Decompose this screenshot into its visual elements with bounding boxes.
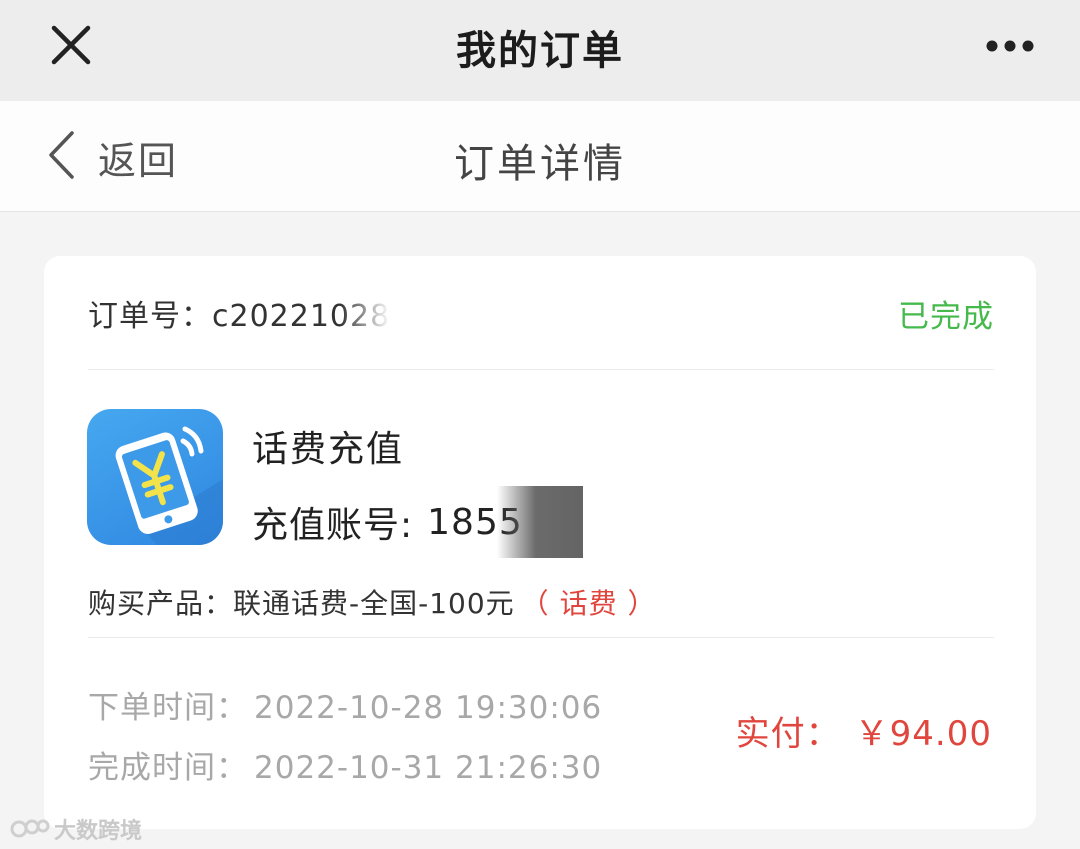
product-name: 话费充值 xyxy=(252,429,405,470)
phone-recharge-icon xyxy=(87,409,223,545)
paid-amount-row: 实付： ￥94.00 xyxy=(736,706,992,755)
account-label: 充值账号: xyxy=(252,505,414,546)
watermark: 大数跨境 xyxy=(10,813,142,845)
status-badge: 已完成 xyxy=(898,298,994,335)
order-number-value: c20221028 xyxy=(212,299,391,334)
redaction-block xyxy=(496,486,583,558)
more-dots-icon[interactable] xyxy=(984,34,1036,58)
divider xyxy=(88,637,994,638)
watermark-logo-icon xyxy=(10,819,50,838)
top-bar: 我的订单 xyxy=(0,0,1080,101)
page-title: 订单详情 xyxy=(454,141,626,187)
complete-time-value: 2022-10-31 21:26:30 xyxy=(254,750,603,786)
paid-amount: ￥94.00 xyxy=(854,714,992,754)
complete-time-row: 完成时间： 2022-10-31 21:26:30 xyxy=(88,742,602,787)
recharge-account-row: 充值账号: 1855 xyxy=(252,486,583,558)
watermark-text: 大数跨境 xyxy=(54,819,143,844)
complete-time-label: 完成时间： xyxy=(88,750,248,786)
page-header: 返回 订单详情 xyxy=(0,101,1080,212)
paid-label: 实付： xyxy=(735,714,841,754)
window-title: 我的订单 xyxy=(456,28,624,74)
divider xyxy=(88,369,994,370)
order-time-label: 下单时间： xyxy=(88,690,248,726)
purchase-tag: （ 话费 ） xyxy=(520,587,657,620)
order-number-row: 订单号：c20221028 已完成 xyxy=(88,290,994,336)
order-number-label: 订单号： xyxy=(88,299,212,334)
order-time-row: 下单时间： 2022-10-28 19:30:06 xyxy=(88,682,602,727)
purchase-value: 联通话费-全国-100元 xyxy=(233,587,515,620)
order-card: 订单号：c20221028 已完成 话费充值 充值账号: 1855 购买产品：联… xyxy=(44,256,1036,829)
order-time-value: 2022-10-28 19:30:06 xyxy=(254,690,603,726)
purchase-product-row: 购买产品：联通话费-全国-100元（ 话费 ） xyxy=(88,582,656,622)
order-number: 订单号：c20221028 xyxy=(88,291,390,335)
purchase-label: 购买产品： xyxy=(88,587,234,620)
